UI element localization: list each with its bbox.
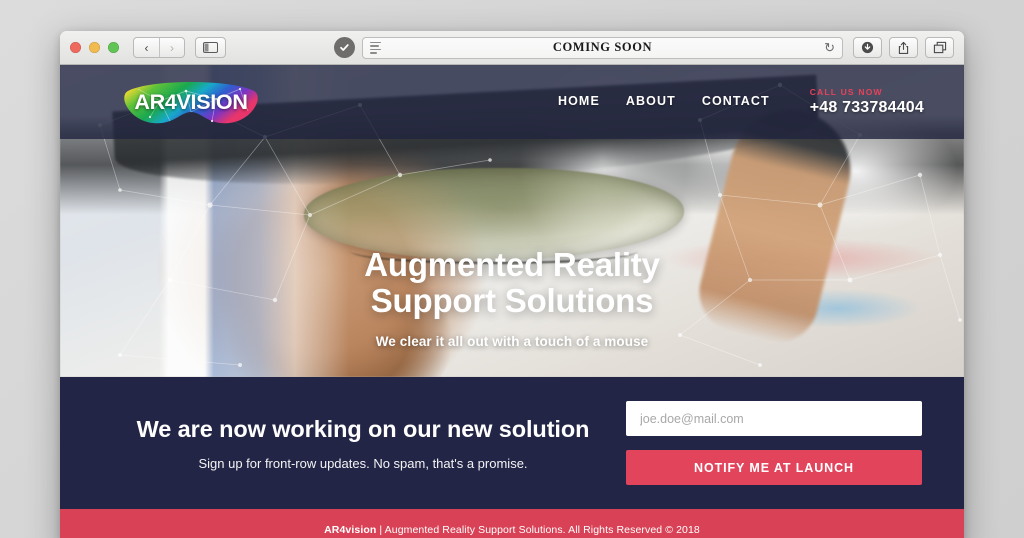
- site-header: AR4VISION HOME ABOUT CONTACT CALL US NOW…: [60, 65, 964, 139]
- email-input[interactable]: [626, 401, 922, 436]
- nav-item-home[interactable]: HOME: [558, 94, 600, 108]
- page-viewport: AR4VISION HOME ABOUT CONTACT CALL US NOW…: [60, 65, 964, 538]
- hero-title: Augmented Reality Support Solutions: [297, 247, 727, 318]
- notify-me-button[interactable]: NOTIFY ME AT LAUNCH: [626, 450, 922, 485]
- minimize-window-button[interactable]: [89, 42, 100, 53]
- page-title: COMING SOON: [552, 40, 653, 54]
- reader-badge-icon[interactable]: [334, 37, 355, 58]
- back-button[interactable]: ‹: [134, 38, 159, 57]
- address-bar[interactable]: COMING SOON ↻: [362, 36, 843, 59]
- nav-item-about[interactable]: ABOUT: [626, 94, 676, 108]
- forward-button[interactable]: ›: [159, 38, 184, 57]
- tab-overview-button[interactable]: [925, 37, 954, 58]
- site-logo-text: AR4VISION: [134, 89, 248, 114]
- share-button[interactable]: [889, 37, 918, 58]
- hero-title-line-1: Augmented Reality: [364, 246, 660, 283]
- reload-icon[interactable]: ↻: [824, 41, 835, 54]
- call-us-label: CALL US NOW: [809, 87, 883, 97]
- navigation-buttons: ‹ ›: [133, 37, 185, 58]
- zoom-window-button[interactable]: [108, 42, 119, 53]
- hero-copy: Augmented Reality Support Solutions We c…: [60, 247, 964, 350]
- signup-heading: We are now working on our new solution: [136, 415, 590, 442]
- site-navigation: HOME ABOUT CONTACT: [558, 94, 770, 110]
- share-icon: [898, 41, 909, 54]
- hero-title-line-2: Support Solutions: [370, 281, 654, 319]
- reader-lines-icon[interactable]: [370, 41, 381, 54]
- site-footer: AR4vision | Augmented Reality Support So…: [60, 509, 964, 538]
- sidebar-icon: [203, 42, 218, 53]
- downloads-button[interactable]: [853, 37, 882, 58]
- nav-item-contact[interactable]: CONTACT: [702, 94, 770, 108]
- signup-form: NOTIFY ME AT LAUNCH: [626, 401, 922, 485]
- footer-brand: AR4vision: [324, 524, 377, 536]
- signup-subtext: Sign up for front-row updates. No spam, …: [198, 455, 528, 471]
- download-icon: [861, 41, 874, 54]
- hero-section: AR4VISION HOME ABOUT CONTACT CALL US NOW…: [60, 65, 964, 377]
- hero-subtitle: We clear it all out with a touch of a mo…: [375, 334, 649, 350]
- signup-section: We are now working on our new solution S…: [60, 377, 964, 509]
- tabs-icon: [933, 41, 946, 54]
- window-traffic-lights: [70, 42, 119, 53]
- toolbar-right-buttons: [853, 37, 954, 58]
- browser-window: ‹ › COMING SOON ↻ AR4VISION HOME ABOUT C…: [60, 31, 964, 538]
- signup-copy: We are now working on our new solution S…: [116, 416, 626, 471]
- call-us-number[interactable]: +48 733784404: [810, 99, 924, 117]
- call-us-block[interactable]: CALL US NOW +48 733784404: [810, 87, 924, 117]
- sidebar-toggle-button[interactable]: [195, 37, 226, 58]
- checkmark-circle-icon: [340, 44, 349, 51]
- browser-toolbar: ‹ › COMING SOON ↻: [60, 31, 964, 65]
- close-window-button[interactable]: [70, 42, 81, 53]
- site-logo[interactable]: AR4VISION: [120, 71, 262, 133]
- footer-copyright: AR4vision | Augmented Reality Support So…: [324, 524, 700, 536]
- footer-copyright-text: | Augmented Reality Support Solutions. A…: [376, 524, 700, 536]
